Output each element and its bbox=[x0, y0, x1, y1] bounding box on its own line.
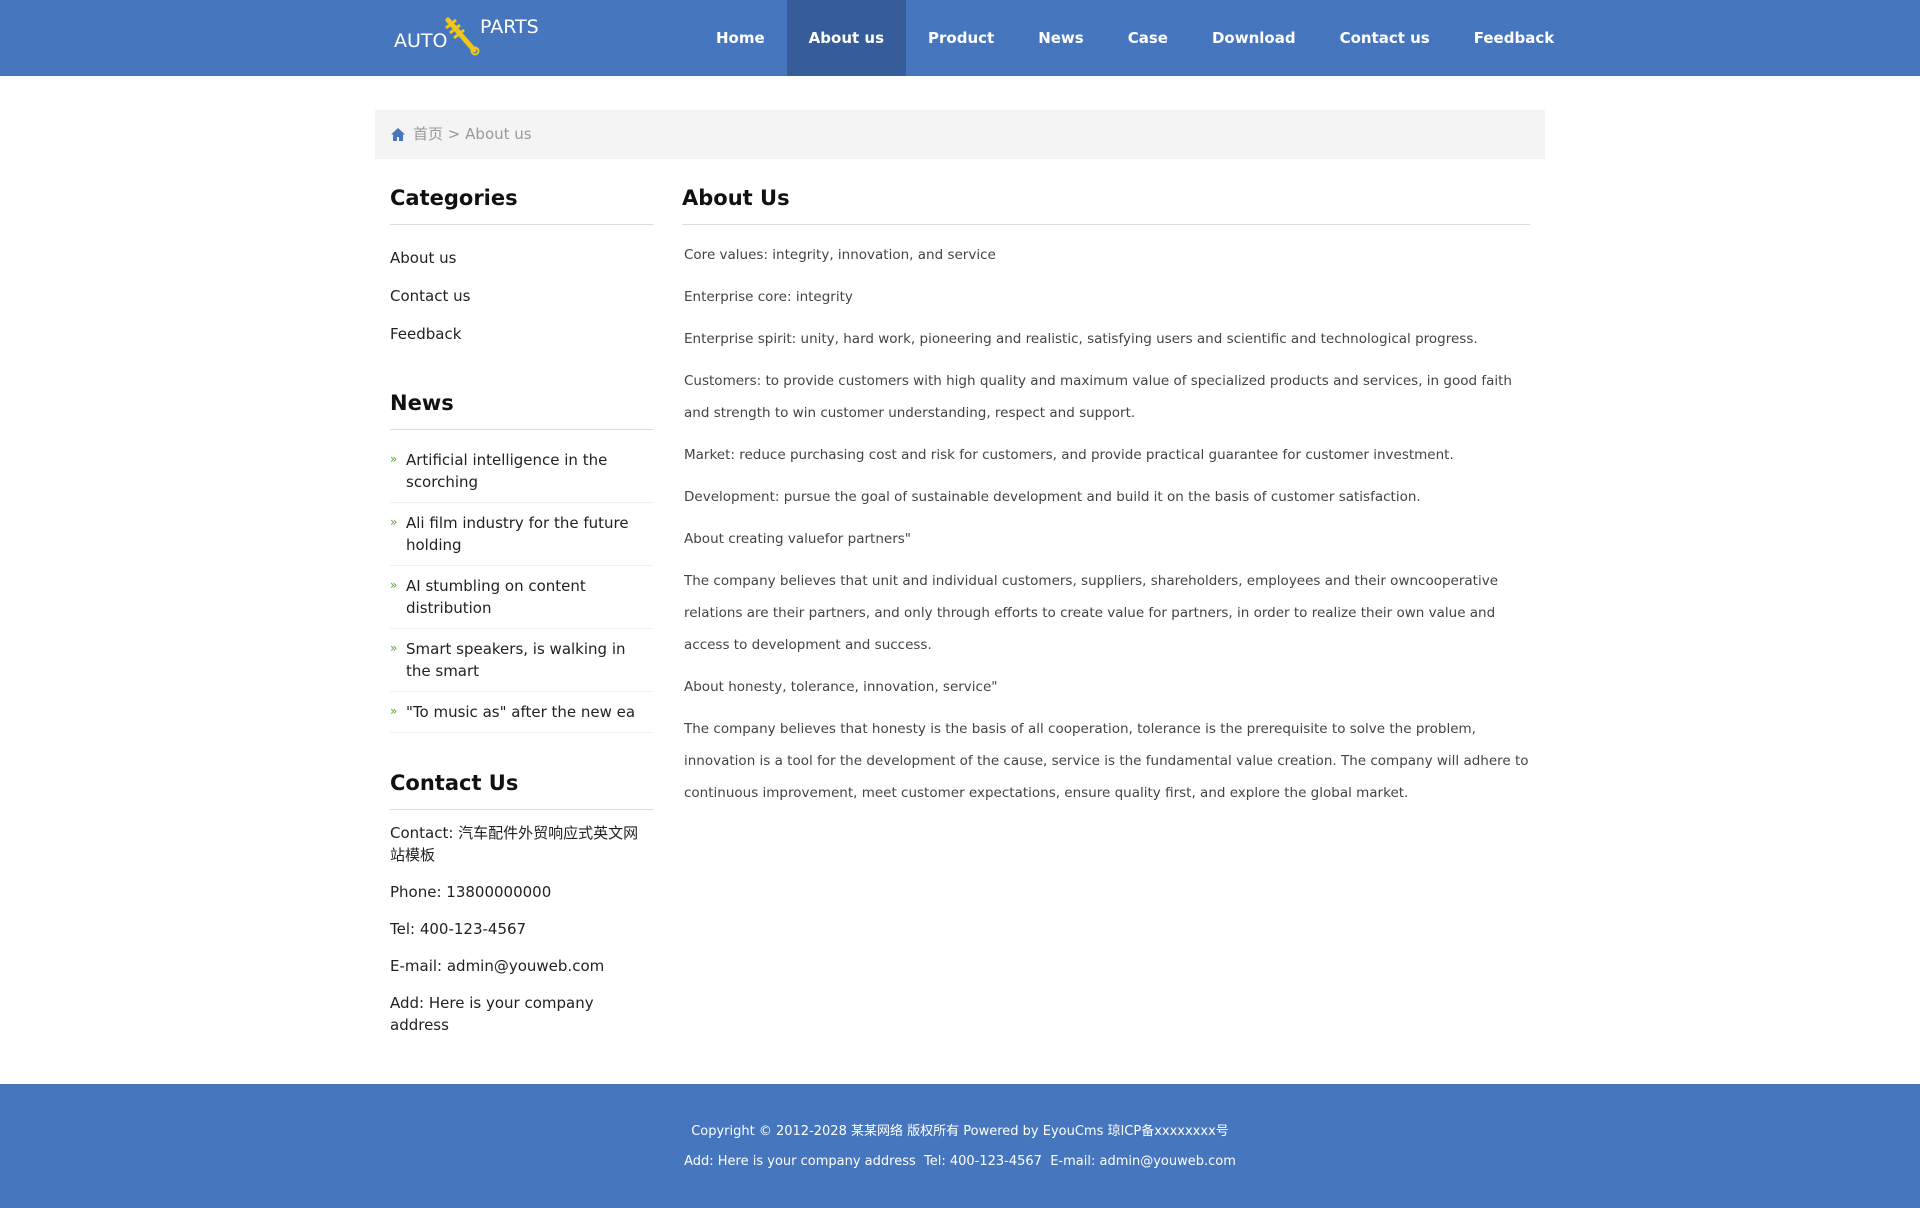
contact-info: Contact: 汽车配件外贸响应式英文网站模板 Phone: 13800000… bbox=[390, 810, 653, 1036]
logo-text-parts: PARTS bbox=[480, 16, 539, 38]
breadcrumb-current: About us bbox=[465, 125, 532, 143]
double-chevron-icon: » bbox=[390, 452, 398, 466]
news-item-title[interactable]: "To music as" after the new ea bbox=[406, 703, 635, 721]
contact-address: Add: Here is your company address bbox=[390, 994, 594, 1034]
category-contact-us[interactable]: Contact us bbox=[390, 277, 653, 315]
news-item[interactable]: » Smart speakers, is walking in the smart bbox=[390, 629, 653, 692]
nav-contact-us[interactable]: Contact us bbox=[1318, 0, 1452, 76]
news-list: » Artificial intelligence in the scorchin… bbox=[390, 430, 653, 771]
nav-product[interactable]: Product bbox=[906, 0, 1016, 76]
contact-name: Contact: 汽车配件外贸响应式英文网站模板 bbox=[390, 824, 639, 864]
category-feedback[interactable]: Feedback bbox=[390, 315, 653, 353]
double-chevron-icon: » bbox=[390, 641, 398, 655]
shock-absorber-icon bbox=[445, 17, 480, 56]
paragraph: About creating valuefor partners" bbox=[684, 531, 911, 547]
paragraph: About honesty, tolerance, innovation, se… bbox=[684, 679, 998, 695]
footer: Copyright © 2012-2028 某某网络 版权所有 Powered … bbox=[0, 1084, 1920, 1208]
breadcrumb: 首页 > About us bbox=[375, 110, 1545, 159]
double-chevron-icon: » bbox=[390, 578, 398, 592]
logo[interactable]: AUTO PARTS bbox=[392, 14, 542, 58]
nav-case[interactable]: Case bbox=[1106, 0, 1190, 76]
categories-title: Categories bbox=[390, 186, 653, 225]
paragraph: Enterprise core: integrity bbox=[684, 289, 853, 305]
breadcrumb-separator: > bbox=[447, 125, 461, 143]
paragraph: The company believes that unit and indiv… bbox=[684, 573, 1499, 653]
news-item[interactable]: » AI stumbling on content distribution bbox=[390, 566, 653, 629]
nav-feedback[interactable]: Feedback bbox=[1452, 0, 1576, 76]
paragraph: Enterprise spirit: unity, hard work, pio… bbox=[684, 331, 1478, 347]
paragraph: The company believes that honesty is the… bbox=[684, 721, 1529, 801]
footer-copyright: Copyright © 2012-2028 某某网络 版权所有 Powered … bbox=[691, 1124, 1229, 1139]
news-item[interactable]: » Ali film industry for the future holdin… bbox=[390, 503, 653, 566]
category-about-us[interactable]: About us bbox=[390, 239, 653, 277]
news-item[interactable]: » Artificial intelligence in the scorchin… bbox=[390, 440, 653, 503]
sidebar: Categories About us Contact us Feedback … bbox=[390, 186, 653, 1051]
paragraph: Core values: integrity, innovation, and … bbox=[684, 247, 996, 263]
contact-email: E-mail: admin@youweb.com bbox=[390, 957, 605, 975]
contact-phone: Phone: 13800000000 bbox=[390, 883, 552, 901]
header: AUTO PARTS Home About us Product News Ca… bbox=[0, 0, 1920, 76]
paragraph: Market: reduce purchasing cost and risk … bbox=[684, 447, 1454, 463]
news-item-title[interactable]: AI stumbling on content distribution bbox=[406, 577, 586, 617]
nav-news[interactable]: News bbox=[1016, 0, 1106, 76]
breadcrumb-home[interactable]: 首页 bbox=[413, 125, 443, 143]
news-item[interactable]: » "To music as" after the new ea bbox=[390, 692, 653, 733]
paragraph: Customers: to provide customers with hig… bbox=[684, 373, 1512, 421]
news-item-title[interactable]: Artificial intelligence in the scorching bbox=[406, 451, 607, 491]
home-icon bbox=[391, 128, 405, 141]
categories-list: About us Contact us Feedback bbox=[390, 225, 653, 391]
contact-title: Contact Us bbox=[390, 771, 653, 810]
logo-text-auto: AUTO bbox=[394, 30, 448, 52]
nav-about-us[interactable]: About us bbox=[786, 0, 907, 76]
news-item-title[interactable]: Smart speakers, is walking in the smart bbox=[406, 640, 626, 680]
nav-download[interactable]: Download bbox=[1190, 0, 1318, 76]
news-item-title[interactable]: Ali film industry for the future holding bbox=[406, 514, 629, 554]
main-nav: Home About us Product News Case Download… bbox=[694, 0, 1576, 76]
news-title: News bbox=[390, 391, 653, 430]
main-content: About Us Core values: integrity, innovat… bbox=[682, 186, 1530, 819]
page-title: About Us bbox=[682, 186, 1530, 225]
contact-tel: Tel: 400-123-4567 bbox=[390, 920, 527, 938]
article-body: Core values: integrity, innovation, and … bbox=[682, 225, 1530, 809]
footer-address: Add: Here is your company address Tel: 4… bbox=[684, 1154, 1236, 1169]
paragraph: Development: pursue the goal of sustaina… bbox=[684, 489, 1421, 505]
nav-home[interactable]: Home bbox=[694, 0, 787, 76]
double-chevron-icon: » bbox=[390, 704, 398, 718]
double-chevron-icon: » bbox=[390, 515, 398, 529]
